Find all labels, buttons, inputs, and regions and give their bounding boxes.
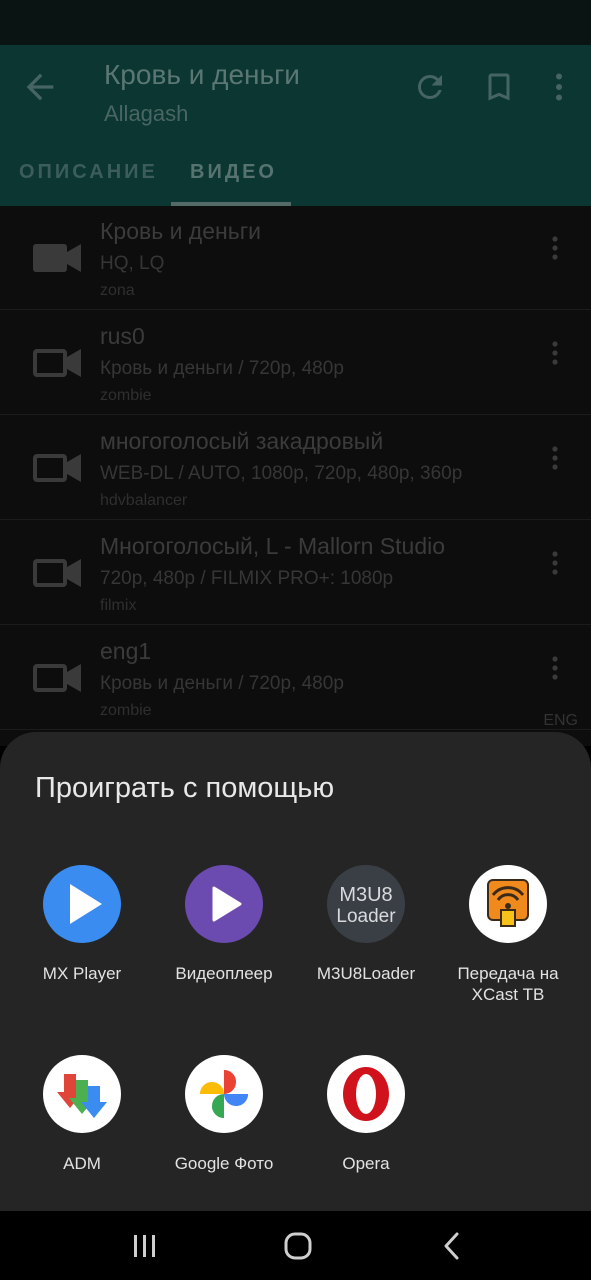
app-option-adm[interactable]: ADM [11,1054,153,1174]
app-label: Google Фото [174,1154,274,1173]
bookmark-button[interactable] [481,69,517,105]
app-label: Видеоплеер [175,964,273,983]
home-icon[interactable] [281,1229,315,1263]
app-label: MX Player [42,964,122,983]
page-title: Кровь и деньги [104,59,300,90]
video-source: zombie [100,702,152,719]
status-bar [0,0,591,45]
videocam-outline-icon [33,559,81,587]
video-details: Кровь и деньги / 720p, 480p [100,673,344,694]
app-bar: Кровь и деньги Allagash ОПИСАНИЕ ВИДЕО [0,45,591,206]
recent-apps-icon[interactable] [128,1229,162,1263]
video-title: Многоголосый, L - Mallorn Studio [100,533,446,559]
app-label: M3U8Loader [316,964,416,983]
more-vert-icon[interactable] [544,444,566,472]
list-item[interactable]: rus0 Кровь и деньги / 720p, 480p zombie [0,311,591,415]
bookmark-icon [488,73,510,101]
video-source: filmix [100,597,137,614]
google-photos-icon [185,1055,263,1133]
videocam-icon [33,244,81,272]
more-vert-icon[interactable] [544,234,566,262]
list-item[interactable]: Кровь и деньги HQ, LQ zona [0,206,591,310]
video-title: многоголосый закадровый [100,428,384,454]
m3u8-icon-text-top: M3U8 [339,884,392,906]
app-option-google-photos[interactable]: Google Фото [153,1054,295,1174]
tab-video[interactable]: ВИДЕО [190,161,277,184]
m3u8-icon-text-bottom: Loader [336,906,396,927]
adm-icon [43,1055,121,1133]
video-details: WEB-DL / AUTO, 1080p, 720p, 480p, 360p [100,463,463,484]
refresh-icon [417,74,442,99]
video-title: rus0 [100,323,145,349]
app-option-xcast[interactable]: Передача на XCast ТВ [437,864,579,1005]
more-vert-icon[interactable] [544,339,566,367]
xcast-icon [469,865,547,943]
app-option-opera[interactable]: Opera [295,1054,437,1174]
page-subtitle: Allagash [104,101,189,126]
sheet-title: Проиграть с помощью [35,772,335,804]
list-item[interactable]: eng1 Кровь и деньги / 720p, 480p zombie … [0,626,591,730]
video-list: Кровь и деньги HQ, LQ zona rus0 Кровь и … [0,206,591,746]
video-details: 720p, 480p / FILMIX PRO+: 1080p [100,568,394,589]
video-source: hdvbalancer [100,492,188,509]
back-button[interactable] [20,67,60,107]
opera-icon [327,1055,405,1133]
videocam-outline-icon [33,664,81,692]
list-item[interactable]: Многоголосый, L - Mallorn Studio 720p, 4… [0,521,591,625]
tab-description[interactable]: ОПИСАНИЕ [19,161,158,184]
system-navigation-bar [0,1211,591,1280]
arrow-back-icon [26,73,54,101]
list-item[interactable]: многоголосый закадровый WEB-DL / AUTO, 1… [0,416,591,520]
video-title: Кровь и деньги [100,218,261,244]
back-nav-icon[interactable] [436,1229,470,1263]
video-source: zombie [100,387,152,404]
refresh-button[interactable] [412,69,448,105]
play-with-sheet: Проиграть с помощью MX Player Видеоплеер… [0,732,591,1212]
videocam-outline-icon [33,349,81,377]
video-details: HQ, LQ [100,253,165,274]
m3u8-loader-icon: M3U8 Loader [327,865,405,943]
more-vert-icon[interactable] [544,549,566,577]
more-vert-icon [556,73,562,101]
app-label: ADM [63,1154,101,1173]
app-label: Передача на XCast ТВ [457,964,559,1004]
app-option-m3u8loader[interactable]: M3U8 Loader M3U8Loader [295,864,437,984]
app-option-video-player[interactable]: Видеоплеер [153,864,295,984]
overflow-menu-button[interactable] [541,69,577,105]
video-source: zona [100,282,135,299]
language-badge: ENG [543,712,578,729]
app-option-mx-player[interactable]: MX Player [11,864,153,984]
video-player-icon [185,865,263,943]
video-details: Кровь и деньги / 720p, 480p [100,358,344,379]
more-vert-icon[interactable] [544,654,566,682]
videocam-outline-icon [33,454,81,482]
mx-player-icon [43,865,121,943]
app-label: Opera [342,1154,390,1173]
video-title: eng1 [100,638,152,664]
